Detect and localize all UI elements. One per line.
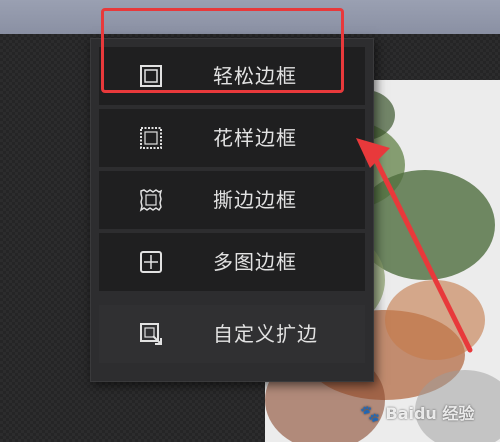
watermark: 🐾 Baidu 经验 [360,400,495,430]
watermark-text: Baidu 经验 [385,404,475,423]
baidu-paw-logo: 🐾 [360,404,386,423]
annotation-arrow [356,138,473,353]
